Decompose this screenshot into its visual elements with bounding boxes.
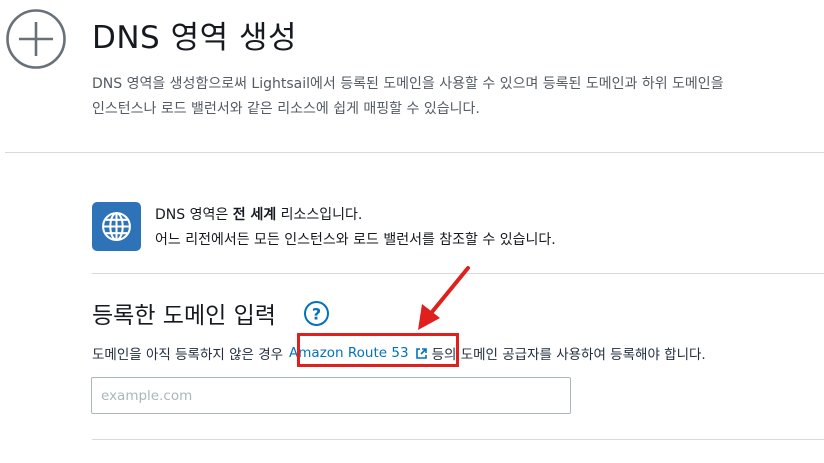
divider [5,152,824,153]
red-arrow [418,266,470,330]
info-global-resource: DNS 영역은 전 세계 리소스입니다. [155,204,362,224]
domain-help-after: 등의 도메인 공급자를 사용하여 등록해야 합니다. [431,347,706,363]
info-line1-prefix: DNS 영역은 [155,207,233,223]
page-description: DNS 영역을 생성함으로써 Lightsail에서 등록된 도메인을 사용할 … [92,76,724,117]
plus-circle-icon [6,9,66,69]
domain-help-before: 도메인을 아직 등록하지 않은 경우 [92,347,284,363]
highlight-box [297,333,459,367]
info-line1-suffix: 리소스입니다. [276,207,363,223]
info-line1-bold: 전 세계 [232,207,277,223]
divider [92,439,824,440]
question-circle-icon[interactable]: ? [303,300,330,327]
domain-section-heading: 등록한 도메인 입력 [92,303,276,329]
globe-icon [92,202,141,251]
page-title: DNS 영역 생성 [92,20,298,56]
domain-name-input[interactable] [91,377,571,414]
svg-text:?: ? [312,305,321,324]
info-any-region: 어느 리전에서든 모든 인스턴스와 로드 밸런서를 참조할 수 있습니다. [155,232,556,248]
